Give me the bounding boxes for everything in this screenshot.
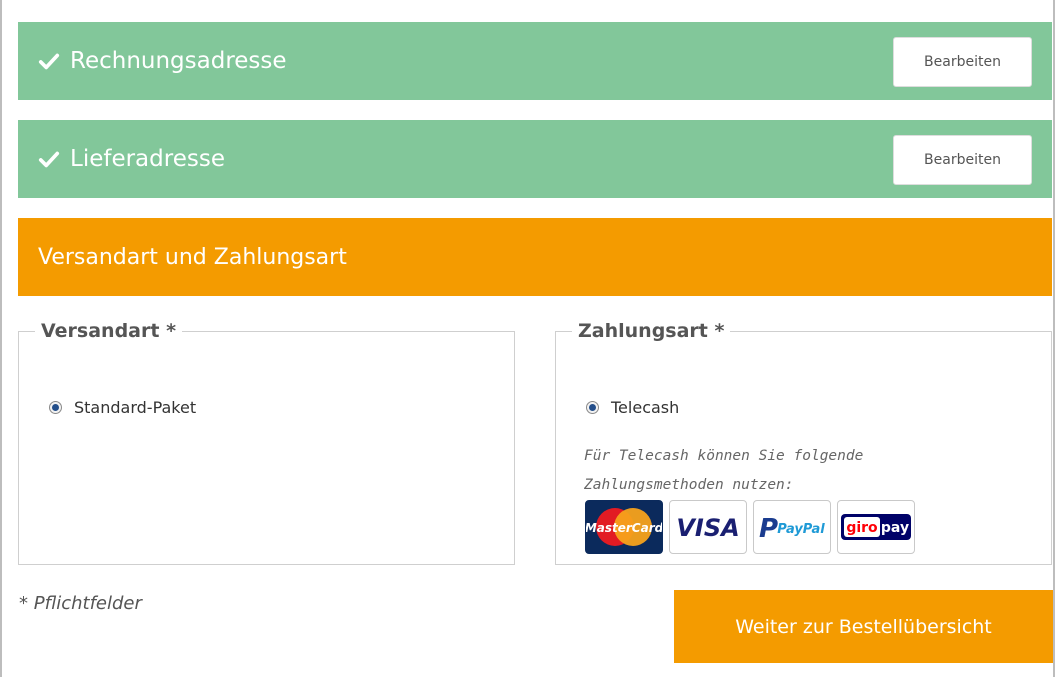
payment-description-line: Zahlungsmethoden nutzen: [584,477,794,493]
svg-text:P: P [759,514,778,544]
required-fields-note: * Pflichtfelder [19,593,142,614]
step-shipping-address: Lieferadresse Bearbeiten [18,120,1052,198]
checkmark-icon [38,151,60,168]
step-title: Lieferadresse [70,146,225,172]
mastercard-icon: MasterCard [586,508,662,546]
payment-option-label: Telecash [611,398,680,417]
paypal-text: PayPal [777,522,825,537]
edit-billing-address-button[interactable]: Bearbeiten [893,37,1032,87]
payment-method-legend: Zahlungsart * [578,320,725,342]
radio-button-selected[interactable] [49,401,62,414]
mastercard-logo: MasterCard [585,500,663,554]
edit-shipping-address-button[interactable]: Bearbeiten [893,135,1032,185]
visa-text: VISA [676,514,739,542]
shipping-option-standard[interactable]: Standard-Paket [49,398,196,417]
giropay-logo: giro pay [837,500,915,554]
paypal-logo: P PayPal [753,500,831,554]
continue-to-order-summary-button[interactable]: Weiter zur Bestellübersicht [674,590,1053,663]
visa-logo: VISA [669,500,747,554]
payment-logos: MasterCard VISA P PayPal giro pay [585,500,915,554]
step-billing-address: Rechnungsadresse Bearbeiten [18,22,1052,100]
giropay-text-left: giro [846,520,878,536]
giropay-icon: giro pay [841,514,911,540]
radio-button-selected[interactable] [586,401,599,414]
giropay-text-right: pay [881,520,909,536]
payment-description: Für Telecash können Sie folgende Zahlung… [584,442,944,500]
step-title: Versandart und Zahlungsart [38,244,347,270]
shipping-option-label: Standard-Paket [74,398,197,417]
visa-icon: VISA [676,514,739,542]
frame-border-left [0,0,2,677]
mastercard-text: MasterCard [586,521,662,535]
step-title: Rechnungsadresse [70,48,287,74]
payment-description-line: Für Telecash können Sie folgende [584,448,864,464]
paypal-icon: P PayPal [759,514,825,544]
shipping-method-legend: Versandart * [41,320,177,342]
checkmark-icon [38,53,60,70]
shipping-method-group: Versandart * Standard-Paket [18,320,515,565]
payment-option-telecash[interactable]: Telecash [586,398,679,417]
payment-method-group: Zahlungsart * Telecash Für Telecash könn… [555,320,1052,565]
step-shipping-and-payment: Versandart und Zahlungsart [18,218,1052,296]
